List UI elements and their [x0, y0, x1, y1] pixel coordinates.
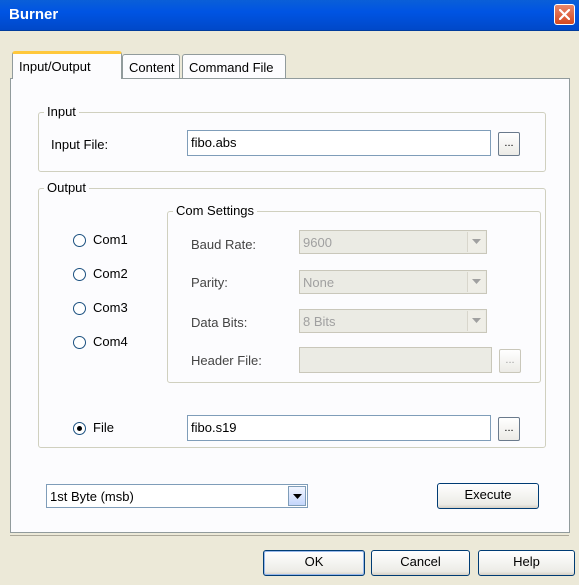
output-file-browse-button[interactable]: ...	[498, 417, 520, 441]
com2-label: Com2	[93, 266, 128, 281]
help-button[interactable]: Help	[478, 550, 575, 576]
input-file-label: Input File:	[51, 137, 109, 152]
parity-value: None	[303, 275, 335, 290]
com3-radio[interactable]	[73, 302, 86, 315]
data-bits-label: Data Bits:	[191, 315, 248, 330]
tab-command-file[interactable]: Command File	[182, 54, 286, 78]
ok-button[interactable]: OK	[263, 550, 365, 576]
tab-label: Content	[129, 60, 175, 75]
tab-panel-input-output: Input Input File: fibo.abs ... Output Co…	[10, 78, 570, 533]
title-bar: Burner	[0, 0, 579, 31]
input-file-browse-button[interactable]: ...	[498, 132, 520, 156]
com1-radio[interactable]	[73, 234, 86, 247]
chevron-down-icon	[467, 311, 485, 331]
com2-radio[interactable]	[73, 268, 86, 281]
divider	[10, 535, 569, 536]
input-group-legend: Input	[44, 104, 79, 119]
tab-label: Command File	[189, 60, 274, 75]
input-file-field[interactable]: fibo.abs	[187, 130, 491, 156]
file-radio-label: File	[93, 420, 114, 435]
baud-rate-value: 9600	[303, 235, 332, 250]
byte-order-value: 1st Byte (msb)	[50, 489, 134, 504]
data-bits-value: 8 Bits	[303, 314, 336, 329]
burner-dialog: { "window": { "title": "Burner", "close_…	[0, 0, 579, 585]
window-title: Burner	[9, 6, 59, 23]
cancel-button[interactable]: Cancel	[371, 550, 470, 576]
byte-order-select[interactable]: 1st Byte (msb)	[46, 484, 308, 508]
com3-label: Com3	[93, 300, 128, 315]
com1-label: Com1	[93, 232, 128, 247]
parity-select[interactable]: None	[299, 270, 487, 294]
data-bits-select[interactable]: 8 Bits	[299, 309, 487, 333]
baud-rate-label: Baud Rate:	[191, 237, 257, 252]
chevron-down-icon	[467, 272, 485, 292]
close-icon	[559, 9, 570, 20]
tab-content[interactable]: Content	[122, 54, 180, 78]
chevron-down-icon	[288, 486, 306, 506]
header-file-label: Header File:	[191, 353, 262, 368]
chevron-down-icon	[467, 232, 485, 252]
parity-label: Parity:	[191, 275, 228, 290]
com-settings-legend: Com Settings	[173, 203, 258, 218]
tab-label: Input/Output	[19, 59, 91, 74]
file-radio[interactable]	[73, 422, 86, 435]
output-file-field[interactable]: fibo.s19	[187, 415, 491, 441]
com4-label: Com4	[93, 334, 128, 349]
execute-button[interactable]: Execute	[437, 483, 539, 509]
com4-radio[interactable]	[73, 336, 86, 349]
tab-input-output[interactable]: Input/Output	[12, 51, 122, 79]
output-group-legend: Output	[44, 180, 90, 195]
baud-rate-select[interactable]: 9600	[299, 230, 487, 254]
header-file-browse-button[interactable]: ...	[499, 349, 521, 373]
close-button[interactable]	[554, 4, 575, 25]
header-file-field[interactable]	[299, 347, 492, 373]
